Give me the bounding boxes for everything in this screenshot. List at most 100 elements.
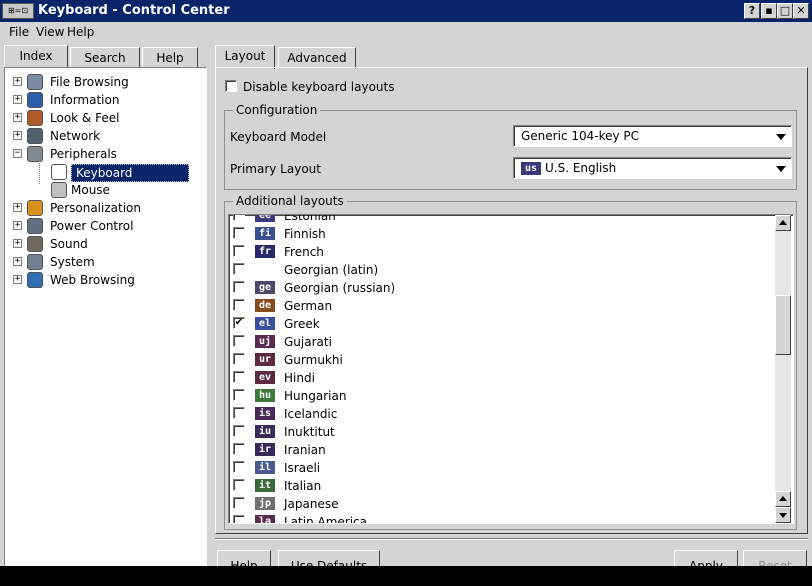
layout-row-greek[interactable]: ✔ el Greek	[229, 315, 769, 333]
apply-button[interactable]: Apply	[674, 550, 738, 566]
layout-row-georgian-russian[interactable]: ge Georgian (russian)	[229, 279, 769, 297]
tab-layout[interactable]: Layout	[215, 45, 275, 69]
close-button[interactable]: ✕	[793, 3, 809, 19]
tree-item-information[interactable]: + Information	[5, 91, 205, 109]
menu-view[interactable]: View	[36, 25, 64, 39]
tree-item-sound[interactable]: + Sound	[5, 235, 205, 253]
layout-checkbox[interactable]	[233, 335, 245, 347]
reset-button[interactable]: Reset	[743, 550, 807, 566]
layout-row-israeli[interactable]: il Israeli	[229, 459, 769, 477]
layout-row-gujarati[interactable]: uj Gujarati	[229, 333, 769, 351]
layout-checkbox[interactable]	[233, 245, 245, 257]
layout-row-georgian-latin[interactable]: Georgian (latin)	[229, 261, 769, 279]
keyboard-model-select[interactable]: Generic 104-key PC	[513, 125, 792, 147]
layout-checkbox[interactable]	[233, 371, 245, 383]
layout-checkbox[interactable]	[233, 299, 245, 311]
layout-checkbox[interactable]	[233, 497, 245, 509]
layout-name: Estonian	[284, 214, 336, 223]
minimize-button[interactable]: ▪	[761, 3, 777, 19]
tree-item-web-browsing[interactable]: + Web Browsing	[5, 271, 205, 289]
layout-checkbox[interactable]	[233, 407, 245, 419]
use-defaults-button[interactable]: Use Defaults	[278, 550, 380, 566]
layout-row-french[interactable]: fr French	[229, 243, 769, 261]
title-bar[interactable]: ⊞=⊡ Keyboard - Control Center ? ▪ □ ✕	[0, 0, 812, 22]
keyboard-model-value: Generic 104-key PC	[521, 129, 640, 143]
layout-checkbox[interactable]	[233, 515, 245, 523]
disable-layouts-label[interactable]: Disable keyboard layouts	[243, 80, 395, 94]
tab-index[interactable]: Index	[4, 45, 68, 69]
tree-item-label: Mouse	[71, 183, 110, 197]
expand-icon[interactable]: +	[13, 239, 22, 248]
layout-row-italian[interactable]: it Italian	[229, 477, 769, 495]
tab-search[interactable]: Search	[70, 47, 140, 69]
layout-row-estonian[interactable]: ee Estonian	[229, 214, 769, 225]
tree-item-file-browsing[interactable]: + File Browsing	[5, 73, 205, 91]
layout-row-iranian[interactable]: ir Iranian	[229, 441, 769, 459]
scrollbar-thumb[interactable]	[775, 295, 791, 355]
additional-layouts-list[interactable]: ee Estonian fi Finnish fr French Georgian (lat…	[228, 214, 794, 524]
layout-checkbox[interactable]	[233, 281, 245, 293]
layout-row-icelandic[interactable]: is Icelandic	[229, 405, 769, 423]
layout-checkbox[interactable]	[233, 389, 245, 401]
context-help-button[interactable]: ?	[744, 3, 760, 19]
paintbrush-icon	[27, 110, 43, 126]
tree-item-power-control[interactable]: + Power Control	[5, 217, 205, 235]
expand-icon[interactable]: +	[13, 95, 22, 104]
layout-checkbox[interactable]	[233, 461, 245, 473]
tree-item-keyboard[interactable]: Keyboard	[5, 163, 205, 182]
expand-icon[interactable]: +	[13, 131, 22, 140]
layout-row-german[interactable]: de German	[229, 297, 769, 315]
menu-help[interactable]: Help	[67, 25, 94, 39]
layout-row-latin-america[interactable]: la Latin America	[229, 513, 769, 523]
maximize-button[interactable]: □	[777, 3, 793, 19]
tree-item-personalization[interactable]: + Personalization	[5, 199, 205, 217]
tab-advanced[interactable]: Advanced	[278, 47, 356, 69]
list-scrollbar[interactable]	[775, 215, 791, 523]
layout-checkbox[interactable]	[233, 263, 245, 275]
layout-checkbox[interactable]	[233, 227, 245, 239]
peripherals-icon	[27, 146, 43, 162]
disable-layouts-checkbox[interactable]	[225, 80, 237, 92]
layout-checkbox[interactable]	[233, 443, 245, 455]
de-flag-icon: de	[255, 299, 275, 312]
layout-row-hindi[interactable]: ev Hindi	[229, 369, 769, 387]
tree-item-look-feel[interactable]: + Look & Feel	[5, 109, 205, 127]
expand-icon[interactable]: +	[13, 113, 22, 122]
help-button[interactable]: Help	[217, 550, 271, 566]
tab-help[interactable]: Help	[142, 47, 198, 69]
menu-file[interactable]: File	[9, 25, 29, 39]
expand-icon[interactable]: +	[13, 203, 22, 212]
primary-layout-select[interactable]: us U.S. English	[513, 157, 792, 179]
expand-icon[interactable]: +	[13, 77, 22, 86]
layout-checkbox[interactable]	[233, 479, 245, 491]
layout-checkbox[interactable]: ✔	[233, 317, 245, 329]
speaker-icon	[27, 236, 43, 252]
scroll-down-button[interactable]	[775, 507, 791, 523]
tree-item-mouse[interactable]: Mouse	[5, 181, 205, 199]
control-center-window: ⊞=⊡ Keyboard - Control Center ? ▪ □ ✕ Fi…	[0, 0, 812, 566]
tree-item-system[interactable]: + System	[5, 253, 205, 271]
layout-row-gurmukhi[interactable]: ur Gurmukhi	[229, 351, 769, 369]
layout-checkbox[interactable]	[233, 353, 245, 365]
layout-row-inuktitut[interactable]: iu Inuktitut	[229, 423, 769, 441]
expand-icon[interactable]: +	[13, 257, 22, 266]
layout-row-japanese[interactable]: jp Japanese	[229, 495, 769, 513]
scroll-up-button-lower[interactable]	[775, 491, 791, 507]
scroll-up-button[interactable]	[775, 215, 791, 231]
layout-checkbox[interactable]	[233, 425, 245, 437]
app-icon[interactable]: ⊞=⊡	[2, 3, 34, 19]
menu-bar: File View Help	[0, 22, 812, 42]
additional-layouts-group-title: Additional layouts	[233, 194, 347, 208]
tree-item-network[interactable]: + Network	[5, 127, 205, 145]
layout-row-finnish[interactable]: fi Finnish	[229, 225, 769, 243]
expand-icon[interactable]: +	[13, 221, 22, 230]
collapse-icon[interactable]: −	[13, 149, 22, 158]
navigation-tree[interactable]: + File Browsing + Information + Look & Feel + N…	[4, 67, 207, 566]
layout-name: Georgian (russian)	[284, 281, 396, 295]
ee-flag-icon: ee	[255, 215, 275, 222]
expand-icon[interactable]: +	[13, 275, 22, 284]
mouse-icon	[51, 182, 67, 198]
tree-item-peripherals[interactable]: − Peripherals	[5, 145, 205, 163]
layout-checkbox[interactable]	[233, 215, 245, 221]
layout-row-hungarian[interactable]: hu Hungarian	[229, 387, 769, 405]
